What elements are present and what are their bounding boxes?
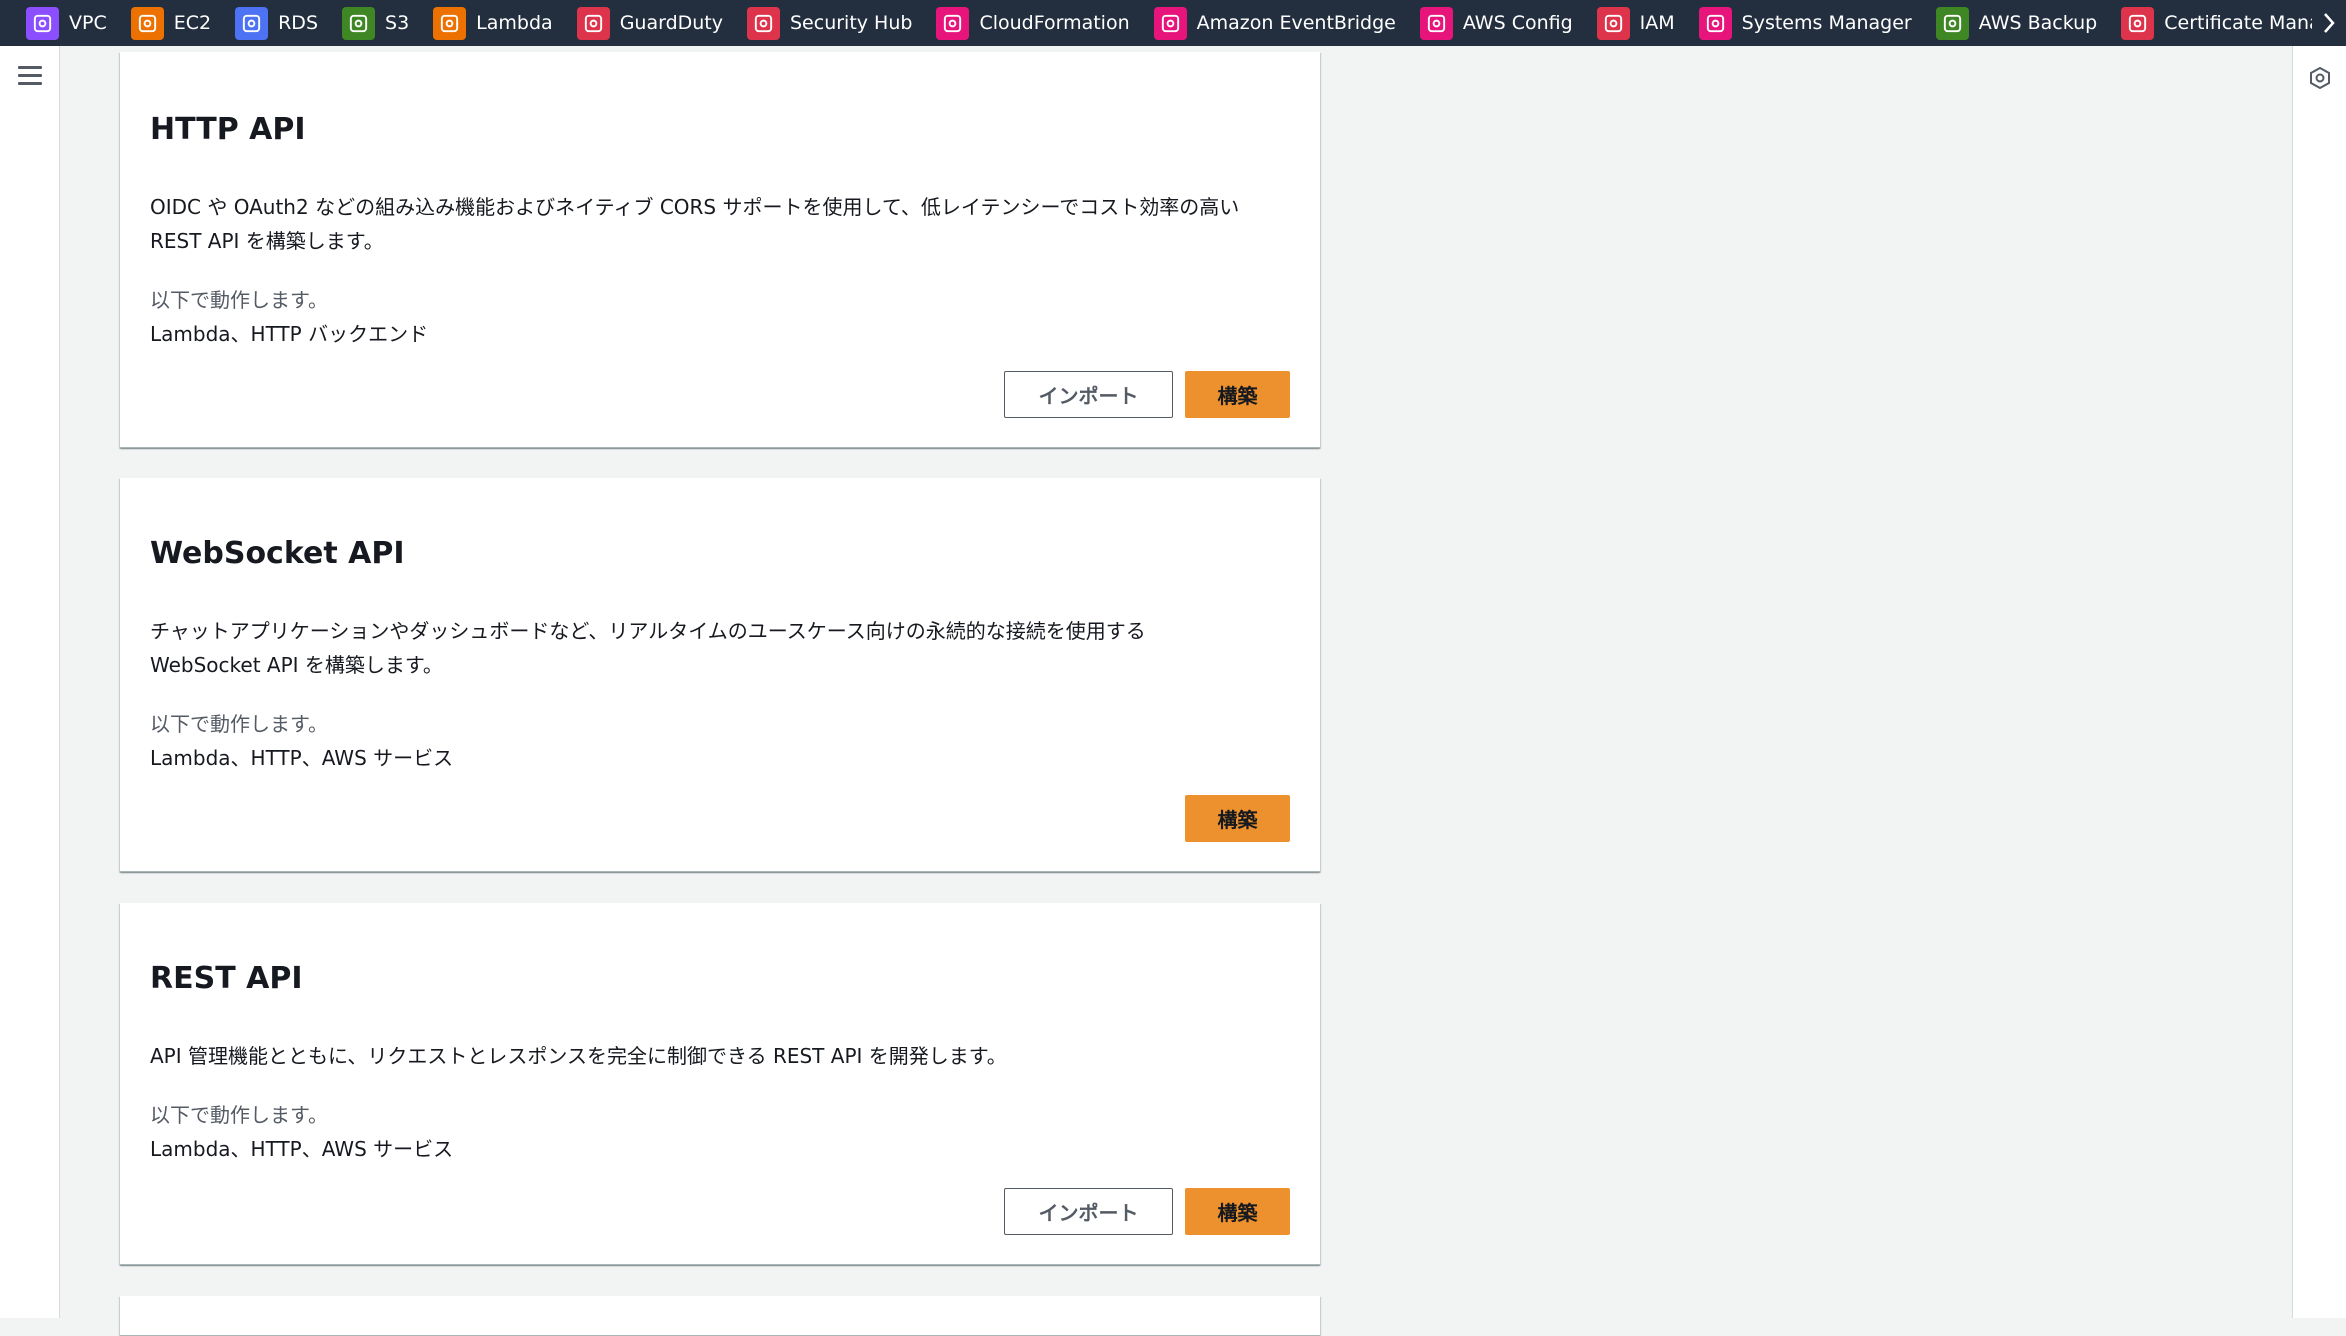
works-with-value: Lambda、HTTP、AWS サービス <box>150 1137 454 1161</box>
works-with-value: Lambda、HTTP バックエンド <box>150 322 429 346</box>
hamburger-menu-icon[interactable] <box>18 66 42 86</box>
favorite-ec2[interactable]: EC2 <box>130 6 212 40</box>
favorite-systems-manager[interactable]: Systems Manager <box>1698 6 1912 40</box>
lambda-icon <box>433 6 467 40</box>
card-title: REST API <box>150 961 303 996</box>
rds-icon <box>235 6 269 40</box>
vpc-icon <box>26 6 59 40</box>
favorite-label: Lambda <box>476 12 553 34</box>
favorite-eventbridge[interactable]: Amazon EventBridge <box>1153 6 1396 40</box>
favorite-label: AWS Config <box>1462 12 1573 34</box>
favorite-rds[interactable]: RDS <box>235 6 319 40</box>
favorite-label: S3 <box>385 12 410 34</box>
favorite-vpc[interactable]: VPC <box>26 6 107 40</box>
build-button[interactable]: 構築 <box>1185 1188 1290 1235</box>
favorite-label: Security Hub <box>790 12 913 34</box>
card-description: API 管理機能とともに、リクエストとレスポンスを完全に制御できる REST A… <box>150 1044 1007 1068</box>
favorite-label: Systems Manager <box>1741 12 1912 34</box>
favorite-label: IAM <box>1639 12 1675 34</box>
security-hub-icon <box>747 6 780 40</box>
favorite-aws-backup[interactable]: AWS Backup <box>1935 6 2098 40</box>
next-api-card <box>120 1296 1320 1336</box>
guardduty-icon <box>576 6 610 40</box>
card-title: WebSocket API <box>150 536 405 571</box>
right-tools-panel <box>2292 46 2346 1318</box>
aws-backup-icon <box>1935 6 1969 40</box>
favorite-label: RDS <box>278 12 319 34</box>
favorite-security-hub[interactable]: Security Hub <box>747 6 913 40</box>
rest-api-card: REST API API 管理機能とともに、リクエストとレスポンスを完全に制御で… <box>120 903 1320 1265</box>
favorite-lambda[interactable]: Lambda <box>433 6 553 40</box>
cloudformation-icon <box>936 6 970 40</box>
card-title: HTTP API <box>150 112 306 147</box>
works-with-label: 以下で動作します。 <box>150 288 328 312</box>
favorite-aws-config[interactable]: AWS Config <box>1419 6 1573 40</box>
aws-config-icon <box>1419 6 1453 40</box>
certificate-manager-icon <box>2121 6 2155 40</box>
websocket-api-card: WebSocket API チャットアプリケーションやダッシュボードなど、リアル… <box>120 478 1320 872</box>
favorite-label: CloudFormation <box>979 12 1130 34</box>
iam-icon <box>1596 6 1630 40</box>
left-navigation-panel <box>0 46 60 1318</box>
favorite-cloudformation[interactable]: CloudFormation <box>936 6 1130 40</box>
favorites-bar: VPC EC2 RDS S3 Lambda GuardDuty Security Hub Cl… <box>0 0 2346 46</box>
works-with-value: Lambda、HTTP、AWS サービス <box>150 746 454 770</box>
favorite-label: VPC <box>69 12 107 34</box>
favorites-more-chevron-icon[interactable] <box>2312 0 2346 46</box>
s3-icon <box>342 6 376 40</box>
works-with-label: 以下で動作します。 <box>150 712 328 736</box>
favorite-iam[interactable]: IAM <box>1596 6 1675 40</box>
build-button[interactable]: 構築 <box>1185 371 1290 418</box>
favorite-label: EC2 <box>173 12 212 34</box>
import-button[interactable]: インポート <box>1004 1188 1173 1235</box>
systems-manager-icon <box>1698 6 1732 40</box>
favorite-label: AWS Backup <box>1978 12 2098 34</box>
card-description: チャットアプリケーションやダッシュボードなど、リアルタイムのユースケース向けの永… <box>150 619 1146 677</box>
import-button[interactable]: インポート <box>1004 371 1173 418</box>
card-description: OIDC や OAuth2 などの組み込み機能およびネイティブ CORS サポー… <box>150 195 1240 253</box>
eventbridge-icon <box>1153 6 1187 40</box>
info-panel-icon[interactable] <box>2306 64 2334 92</box>
favorite-s3[interactable]: S3 <box>342 6 410 40</box>
favorite-guardduty[interactable]: GuardDuty <box>576 6 723 40</box>
works-with-label: 以下で動作します。 <box>150 1103 328 1127</box>
ec2-icon <box>130 6 164 40</box>
build-button[interactable]: 構築 <box>1185 795 1290 842</box>
favorite-label: Amazon EventBridge <box>1196 12 1396 34</box>
favorite-label: GuardDuty <box>619 12 723 34</box>
http-api-card: HTTP API OIDC や OAuth2 などの組み込み機能およびネイティブ… <box>120 52 1320 448</box>
